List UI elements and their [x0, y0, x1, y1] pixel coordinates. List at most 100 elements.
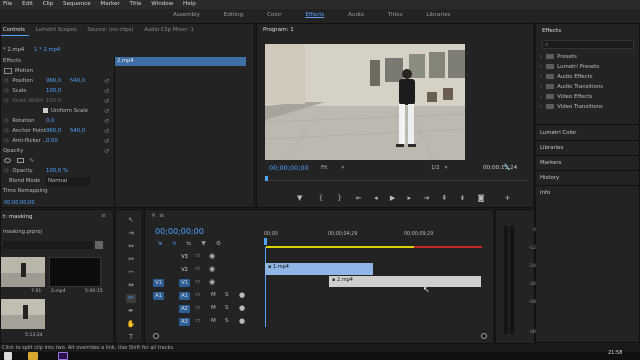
- menu-clip[interactable]: Clip: [43, 1, 54, 7]
- solo-icon[interactable]: S: [225, 318, 229, 324]
- tab-lumetri-scopes[interactable]: Lumetri Scopes: [36, 27, 77, 33]
- add-button-icon[interactable]: +: [505, 194, 511, 202]
- eye-icon[interactable]: ◉: [209, 252, 215, 260]
- stopwatch-icon[interactable]: ◷: [4, 88, 9, 94]
- timeline-ruler[interactable]: 00;00 00;00;04;29 00;00;09;29: [264, 230, 482, 248]
- tab-audio-clip-mixer[interactable]: Audio Clip Mixer: 1: [144, 27, 194, 33]
- add-marker-icon[interactable]: ▼: [201, 240, 206, 247]
- stopwatch-icon[interactable]: ◷: [4, 168, 9, 174]
- hand-tool-icon[interactable]: ✋: [126, 320, 136, 329]
- mark-in-icon[interactable]: {: [319, 194, 323, 202]
- type-tool-icon[interactable]: T: [126, 333, 136, 342]
- anchor-x-value[interactable]: 960,0: [46, 127, 61, 136]
- position-y-value[interactable]: 540,0: [70, 77, 85, 86]
- section-libraries[interactable]: Libraries: [540, 145, 563, 151]
- microphone-icon[interactable]: ●: [239, 291, 245, 299]
- tab-effect-controls[interactable]: Controls: [3, 27, 25, 33]
- uniform-scale-row[interactable]: Uniform Scale: [43, 107, 88, 116]
- pen-tool-icon[interactable]: ✒: [126, 307, 136, 316]
- effects-folder-video-effects[interactable]: › Video Effects: [540, 94, 592, 100]
- rate-stretch-tool-icon[interactable]: ↔: [126, 255, 136, 264]
- mute-icon[interactable]: M: [211, 318, 216, 324]
- slide-tool-icon[interactable]: ⇹: [126, 281, 136, 290]
- snap-icon[interactable]: ∩: [172, 240, 176, 247]
- rotation-value[interactable]: 0,0: [46, 117, 54, 126]
- video-frame[interactable]: [265, 44, 465, 160]
- mute-icon[interactable]: M: [211, 305, 216, 311]
- menu-marker[interactable]: Marker: [100, 1, 119, 7]
- effects-folder-presets[interactable]: › Presets: [540, 54, 577, 60]
- solo-icon[interactable]: S: [225, 305, 229, 311]
- timeline-clip-1[interactable]: ▪ 1.mp4: [265, 263, 373, 275]
- stopwatch-icon[interactable]: ◷: [4, 118, 9, 124]
- work-area-bar[interactable]: [266, 246, 414, 248]
- section-info[interactable]: Info: [540, 190, 550, 196]
- panel-menu-icon[interactable]: ≡: [101, 212, 106, 219]
- go-to-out-icon[interactable]: ⇥: [423, 194, 429, 202]
- menu-help[interactable]: Help: [183, 1, 196, 7]
- reset-icon[interactable]: ↺: [104, 107, 113, 117]
- reset-icon[interactable]: ↺: [104, 77, 113, 87]
- track-label-a3[interactable]: A3: [179, 318, 190, 326]
- lift-icon[interactable]: ⇞: [441, 194, 447, 202]
- track-label-a1[interactable]: A1: [179, 292, 190, 300]
- time-remapping-row[interactable]: Time Remapping: [3, 187, 48, 196]
- checkbox-icon[interactable]: [43, 108, 48, 113]
- project-title[interactable]: t: masking: [3, 214, 33, 220]
- premiere-taskbar-icon[interactable]: [58, 352, 68, 360]
- menu-title[interactable]: Title: [129, 1, 141, 7]
- camera-icon[interactable]: ◙: [478, 194, 485, 202]
- pen-mask-icon[interactable]: ✎: [29, 158, 33, 164]
- workspace-editing[interactable]: Editing: [224, 12, 243, 18]
- antiflicker-value[interactable]: 0,00: [46, 137, 58, 146]
- windows-start-icon[interactable]: [4, 352, 12, 360]
- wrench-icon[interactable]: 🔧: [503, 164, 510, 171]
- anchor-y-value[interactable]: 540,0: [70, 127, 85, 136]
- sync-lock-icon[interactable]: ▭: [195, 292, 200, 298]
- sequence-clip-label[interactable]: 1 * 2.mp4: [34, 47, 60, 53]
- scroll-handle[interactable]: [153, 333, 159, 339]
- mark-out-icon[interactable]: }: [337, 194, 341, 202]
- microphone-icon[interactable]: ●: [239, 304, 245, 312]
- marker-icon[interactable]: ▼: [297, 194, 302, 202]
- stopwatch-icon[interactable]: ◷: [4, 128, 9, 134]
- clip-chip[interactable]: 2.mp4: [115, 57, 246, 66]
- section-history[interactable]: History: [540, 175, 559, 181]
- project-thumb-2[interactable]: [49, 257, 101, 287]
- reset-icon[interactable]: ↺: [104, 87, 113, 97]
- project-search[interactable]: [3, 241, 93, 249]
- workspace-audio[interactable]: Audio: [348, 12, 364, 18]
- track-label-v3[interactable]: V3: [179, 253, 190, 261]
- sync-lock-icon[interactable]: ▭: [195, 318, 200, 324]
- eye-icon[interactable]: ◉: [209, 265, 215, 273]
- playhead-bar[interactable]: [265, 176, 527, 181]
- menu-window[interactable]: Window: [151, 1, 173, 7]
- reset-icon[interactable]: ↺: [104, 127, 113, 137]
- scale-value[interactable]: 100,0: [46, 87, 61, 96]
- blend-mode-select[interactable]: Normal: [46, 177, 90, 186]
- program-timecode[interactable]: 00;00;00;00: [269, 164, 309, 172]
- track-label-v1[interactable]: V1: [179, 279, 190, 287]
- microphone-icon[interactable]: ●: [239, 317, 245, 325]
- section-lumetri-color[interactable]: Lumetri Color: [540, 130, 577, 136]
- play-icon[interactable]: ▶: [390, 194, 395, 202]
- selection-tool-icon[interactable]: ↖: [126, 216, 136, 225]
- workspace-assembly[interactable]: Assembly: [173, 12, 200, 18]
- project-thumb-3[interactable]: [1, 299, 45, 329]
- timeline-clip-2[interactable]: ▪ 2.mp4: [329, 276, 481, 287]
- position-x-value[interactable]: 960,0: [46, 77, 61, 86]
- playhead-marker[interactable]: [265, 176, 268, 181]
- menu-sequence[interactable]: Sequence: [63, 1, 91, 7]
- opacity-value[interactable]: 100,0 %: [46, 167, 68, 176]
- reset-icon[interactable]: ↺: [104, 117, 113, 127]
- folder-taskbar-icon[interactable]: [28, 352, 38, 360]
- effects-folder-lumetri-presets[interactable]: › Lumetri Presets: [540, 64, 599, 70]
- program-title[interactable]: Program: 1: [263, 27, 294, 33]
- close-icon[interactable]: ×: [151, 212, 156, 219]
- motion-row[interactable]: Motion: [4, 67, 33, 76]
- menu-file[interactable]: File: [3, 1, 12, 7]
- track-select-tool-icon[interactable]: ⇥: [126, 229, 136, 238]
- reset-icon[interactable]: ↺: [104, 137, 113, 147]
- menu-edit[interactable]: Edit: [22, 1, 33, 7]
- track-label-a2[interactable]: A2: [179, 305, 190, 313]
